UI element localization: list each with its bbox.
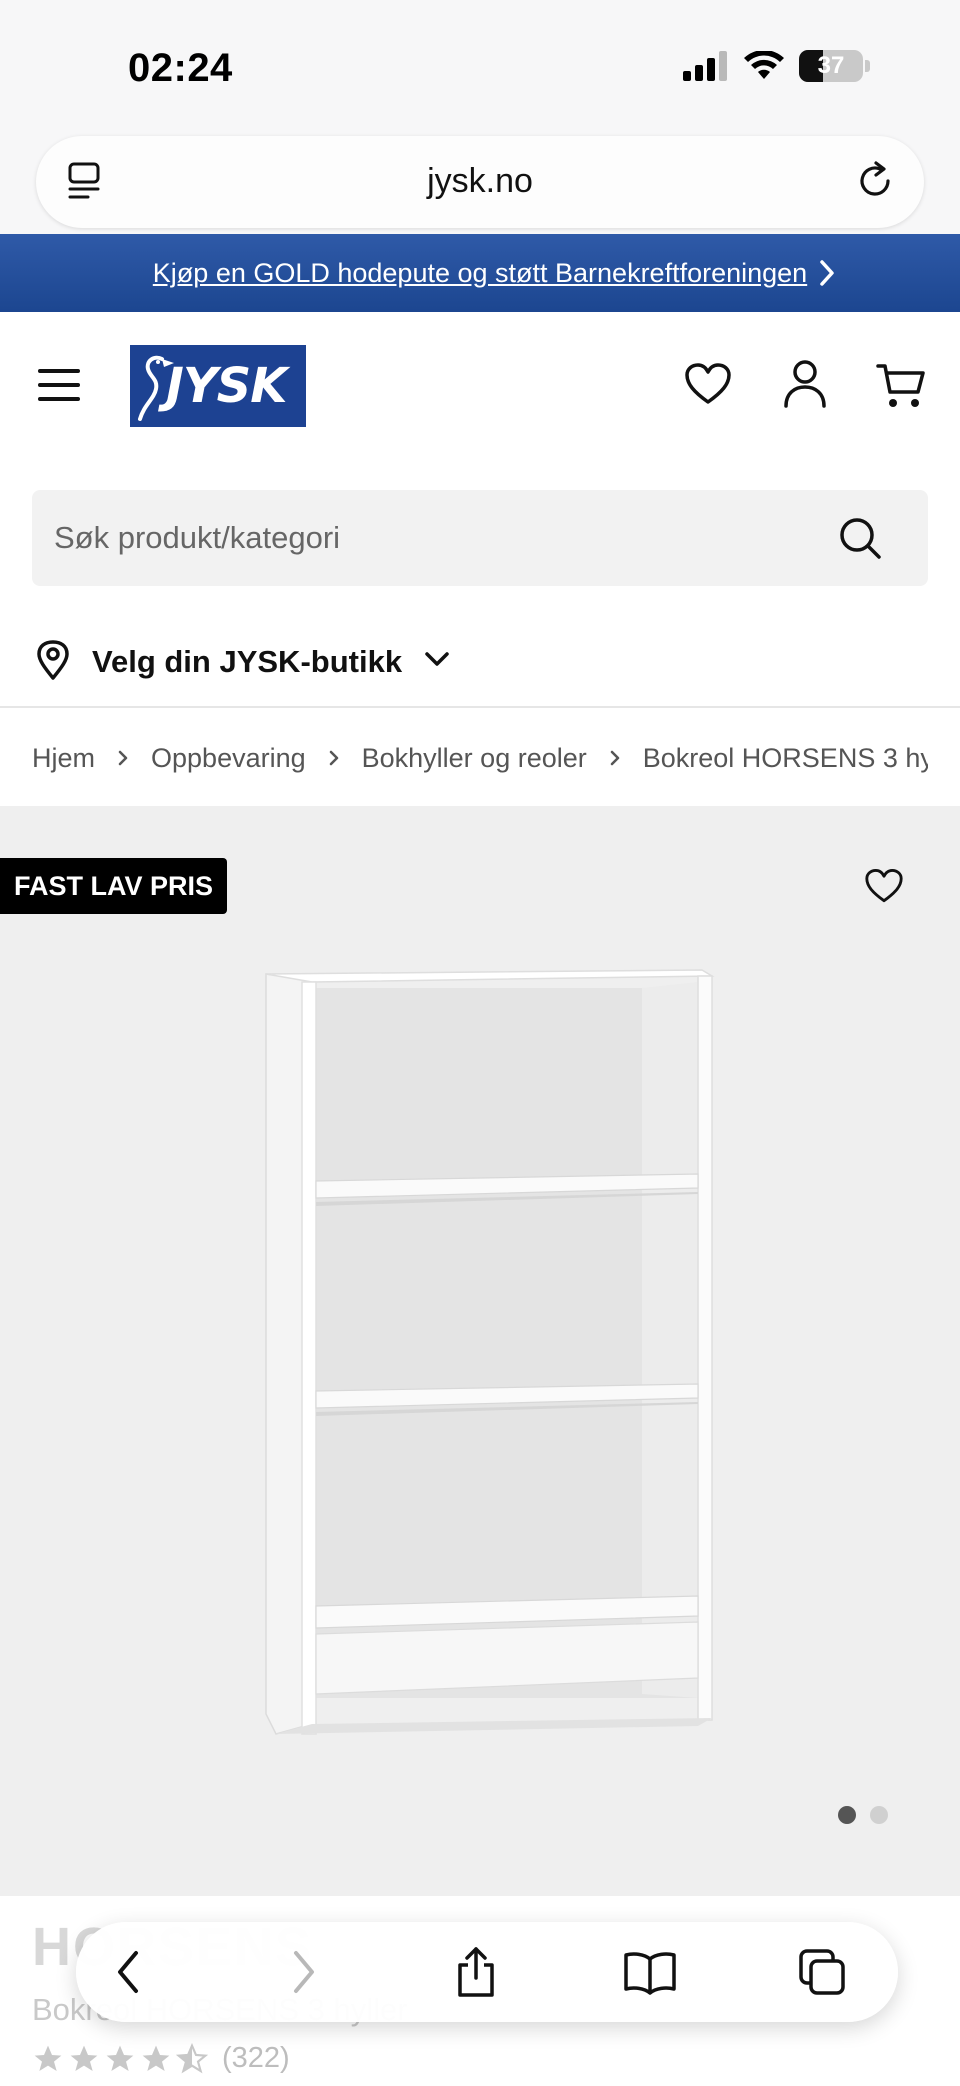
chevron-right-icon xyxy=(818,258,836,293)
product-rating[interactable]: (322) xyxy=(32,2042,290,2075)
bookmarks-icon[interactable] xyxy=(620,1942,680,2002)
review-count[interactable]: (322) xyxy=(222,2042,290,2075)
hamburger-menu-icon[interactable] xyxy=(38,367,80,408)
breadcrumb-separator-icon xyxy=(328,748,340,768)
half-star-icon xyxy=(176,2042,208,2073)
site-header: JYSK xyxy=(0,312,960,462)
star-icon xyxy=(142,2045,170,2071)
favorite-heart-icon[interactable] xyxy=(864,868,904,909)
promo-link[interactable]: Kjøp en GOLD hodepute og støtt Barnekref… xyxy=(153,258,807,289)
reload-icon[interactable] xyxy=(856,160,896,207)
store-selector[interactable]: Velg din JYSK-butikk xyxy=(36,636,450,688)
image-pagination[interactable] xyxy=(838,1806,888,1824)
heart-icon[interactable] xyxy=(684,362,732,411)
tabs-icon[interactable] xyxy=(792,1942,852,2002)
user-icon[interactable] xyxy=(782,359,828,414)
location-pin-icon xyxy=(36,639,70,685)
status-time: 02:24 xyxy=(128,46,233,90)
forward-icon[interactable] xyxy=(274,1942,334,2002)
star-icon xyxy=(70,2045,98,2071)
store-selector-label[interactable]: Velg din JYSK-butikk xyxy=(92,644,402,680)
signal-icon xyxy=(683,51,727,81)
product-gallery[interactable]: FAST LAV PRIS xyxy=(0,806,960,1896)
breadcrumb-separator-icon xyxy=(117,748,129,768)
pagination-dot[interactable] xyxy=(870,1806,888,1824)
breadcrumb-item-current: Bokreol HORSENS 3 hyller xyxy=(642,742,928,773)
search-input[interactable] xyxy=(54,490,814,586)
share-icon[interactable] xyxy=(446,1942,506,2002)
star-icon xyxy=(34,2045,62,2071)
search-icon[interactable] xyxy=(838,516,882,565)
back-icon[interactable] xyxy=(98,1942,158,2002)
chevron-down-icon xyxy=(424,651,450,674)
battery-icon: 37 xyxy=(799,50,863,82)
bird-logo-icon xyxy=(138,355,174,421)
browser-chrome: jysk.no xyxy=(0,130,960,234)
wifi-icon xyxy=(744,51,784,79)
jysk-logo[interactable]: JYSK xyxy=(130,345,306,427)
divider xyxy=(0,706,960,708)
breadcrumb-item-home[interactable]: Hjem xyxy=(32,743,95,774)
battery-cap xyxy=(865,60,870,72)
breadcrumb-item-storage[interactable]: Oppbevaring xyxy=(151,743,306,774)
star-icon xyxy=(106,2045,134,2071)
logo-text: JYSK xyxy=(166,358,287,414)
pagination-dot-active[interactable] xyxy=(838,1806,856,1824)
cart-icon[interactable] xyxy=(876,362,926,415)
product-image xyxy=(265,969,715,1735)
promo-banner[interactable]: Kjøp en GOLD hodepute og støtt Barnekref… xyxy=(0,234,960,312)
breadcrumb-item-bookshelves[interactable]: Bokhyller og reoler xyxy=(362,743,587,774)
price-badge: FAST LAV PRIS xyxy=(0,858,228,914)
address-bar[interactable]: jysk.no xyxy=(36,136,924,228)
url-text[interactable]: jysk.no xyxy=(36,162,924,201)
breadcrumb-separator-icon xyxy=(609,748,621,768)
search-bar[interactable] xyxy=(32,490,928,586)
status-icons: 37 xyxy=(683,50,870,82)
battery-percent: 37 xyxy=(817,52,845,79)
browser-toolbar xyxy=(76,1922,898,2022)
status-bar: 02:24 37 xyxy=(0,0,960,130)
price-badge-text: FAST LAV PRIS xyxy=(14,870,214,901)
breadcrumb: Hjem Oppbevaring Bokhyller og reoler Bok… xyxy=(32,738,928,778)
